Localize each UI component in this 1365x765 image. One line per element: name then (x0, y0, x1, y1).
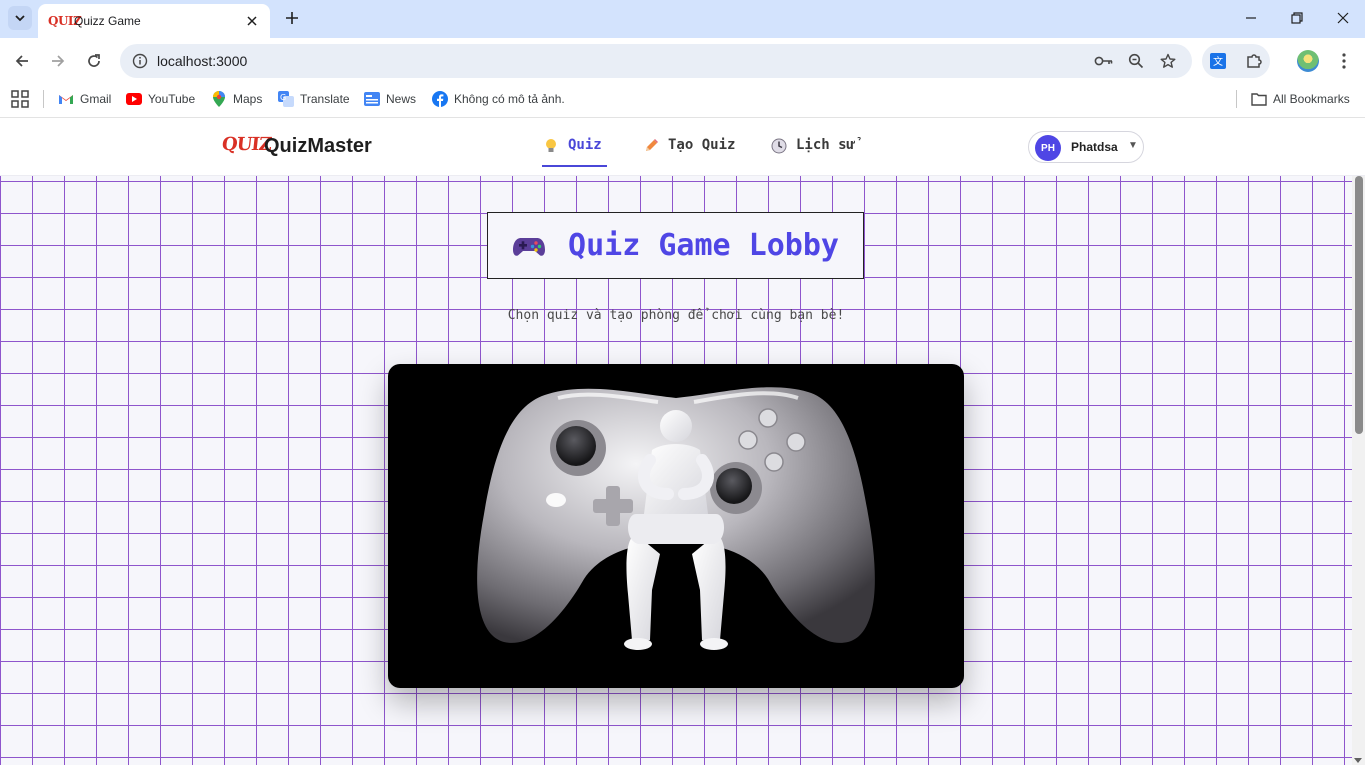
bookmark-news[interactable]: News (364, 89, 416, 109)
close-window-button[interactable] (1320, 0, 1365, 36)
translate-icon: G (278, 91, 294, 107)
bookmark-label: Translate (300, 92, 350, 106)
news-icon (364, 91, 380, 107)
youtube-icon (126, 91, 142, 107)
back-button[interactable] (10, 49, 34, 73)
reload-icon (88, 54, 100, 67)
close-icon (247, 16, 257, 26)
bookmark-translate[interactable]: G Translate (278, 89, 350, 109)
bookmark-facebook[interactable]: Không có mô tả ảnh. (432, 89, 565, 109)
maps-icon (211, 91, 227, 107)
extensions-area: 文 (1202, 44, 1270, 78)
scrollbar-thumb[interactable] (1355, 176, 1363, 434)
lobby-title: Quiz Game Lobby (568, 228, 839, 263)
chevron-down-icon (15, 15, 25, 22)
bookmark-maps[interactable]: Maps (211, 89, 262, 109)
all-bookmarks-button[interactable]: All Bookmarks (1251, 89, 1350, 109)
nav-history[interactable]: Lịch sử (770, 137, 855, 167)
lobby-title-box: Quiz Game Lobby (487, 212, 864, 279)
svg-text:文: 文 (1213, 55, 1223, 68)
extensions-puzzle-icon[interactable] (1244, 51, 1264, 71)
tab-title: Quizz Game (74, 14, 141, 28)
clock-icon (770, 137, 788, 155)
bookmark-label: Gmail (80, 92, 112, 106)
nav-history-label: Lịch sử (796, 137, 856, 153)
browser-menu-icon[interactable] (1334, 50, 1354, 72)
zoom-icon[interactable] (1126, 51, 1146, 71)
bookmark-label: Maps (233, 92, 263, 106)
arrow-right-icon (52, 55, 65, 67)
close-icon (1337, 12, 1349, 24)
page-scrollbar[interactable] (1352, 176, 1365, 765)
tab-favicon: QUIZ (48, 14, 82, 28)
all-bookmarks-label: All Bookmarks (1273, 92, 1350, 106)
site-info-icon[interactable] (130, 51, 150, 71)
browser-toolbar: localhost:3000 文 (0, 38, 1365, 84)
url-text: localhost:3000 (157, 53, 248, 69)
caret-down-icon: ▼ (1128, 140, 1138, 151)
facebook-icon (432, 91, 448, 107)
user-menu-button[interactable]: PH Phatdsa ▼ (1028, 131, 1144, 163)
user-avatar: PH (1035, 135, 1061, 161)
reload-button[interactable] (82, 49, 106, 73)
profile-avatar-icon[interactable] (1297, 50, 1319, 72)
nav-quiz[interactable]: Quiz (542, 137, 607, 167)
gamepad-icon (513, 237, 546, 256)
lightbulb-icon (542, 137, 560, 155)
bookmark-label: News (386, 92, 417, 106)
restore-icon (1291, 12, 1303, 24)
address-bar[interactable]: localhost:3000 (120, 44, 1192, 78)
folder-icon (1251, 91, 1267, 107)
pencil-icon (642, 137, 660, 155)
bookmark-gmail[interactable]: Gmail (58, 89, 111, 109)
apps-grid-icon[interactable] (11, 90, 29, 108)
bookmarks-divider (1236, 90, 1237, 108)
scroll-down-icon[interactable] (1354, 758, 1362, 763)
plus-icon (286, 12, 298, 24)
gmail-icon (58, 91, 74, 107)
lobby-subtitle: Chọn quiz và tạo phòng để chơi cùng bạn … (507, 308, 845, 323)
game-controller-figure-image (388, 364, 964, 688)
password-key-icon[interactable] (1094, 51, 1114, 71)
tab-search-button[interactable] (8, 6, 32, 30)
bookmarks-bar: Gmail YouTube Maps G Translate News Khôn… (0, 84, 1365, 118)
restore-button[interactable] (1274, 0, 1320, 36)
app-header: QUIZ QuizMaster Quiz Tạo Quiz Lịch sử PH… (0, 119, 1365, 176)
new-tab-button[interactable] (282, 8, 302, 28)
bookmarks-divider (43, 90, 44, 108)
bookmark-youtube[interactable]: YouTube (126, 89, 195, 109)
tab-close-button[interactable] (244, 13, 260, 29)
bookmark-label: Không có mô tả ảnh. (454, 92, 565, 106)
minimize-icon (1246, 17, 1256, 19)
bookmark-star-icon[interactable] (1158, 51, 1178, 71)
nav-quiz-label: Quiz (568, 137, 602, 153)
svg-text:G: G (280, 93, 286, 102)
minimize-button[interactable] (1228, 0, 1274, 36)
user-name: Phatdsa (1071, 140, 1118, 154)
nav-create-quiz-label: Tạo Quiz (668, 137, 736, 153)
browser-tab[interactable]: QUIZ Quizz Game (38, 4, 270, 38)
brand-name[interactable]: QuizMaster (264, 135, 372, 158)
arrow-left-icon (15, 55, 28, 67)
translate-extension-icon[interactable]: 文 (1208, 51, 1228, 71)
nav-create-quiz[interactable]: Tạo Quiz (642, 137, 735, 167)
bookmark-label: YouTube (148, 92, 196, 106)
lobby-main: Quiz Game Lobby Chọn quiz và tạo phòng đ… (0, 176, 1352, 765)
browser-tabstrip: QUIZ Quizz Game (0, 0, 1365, 38)
forward-button[interactable] (46, 49, 70, 73)
